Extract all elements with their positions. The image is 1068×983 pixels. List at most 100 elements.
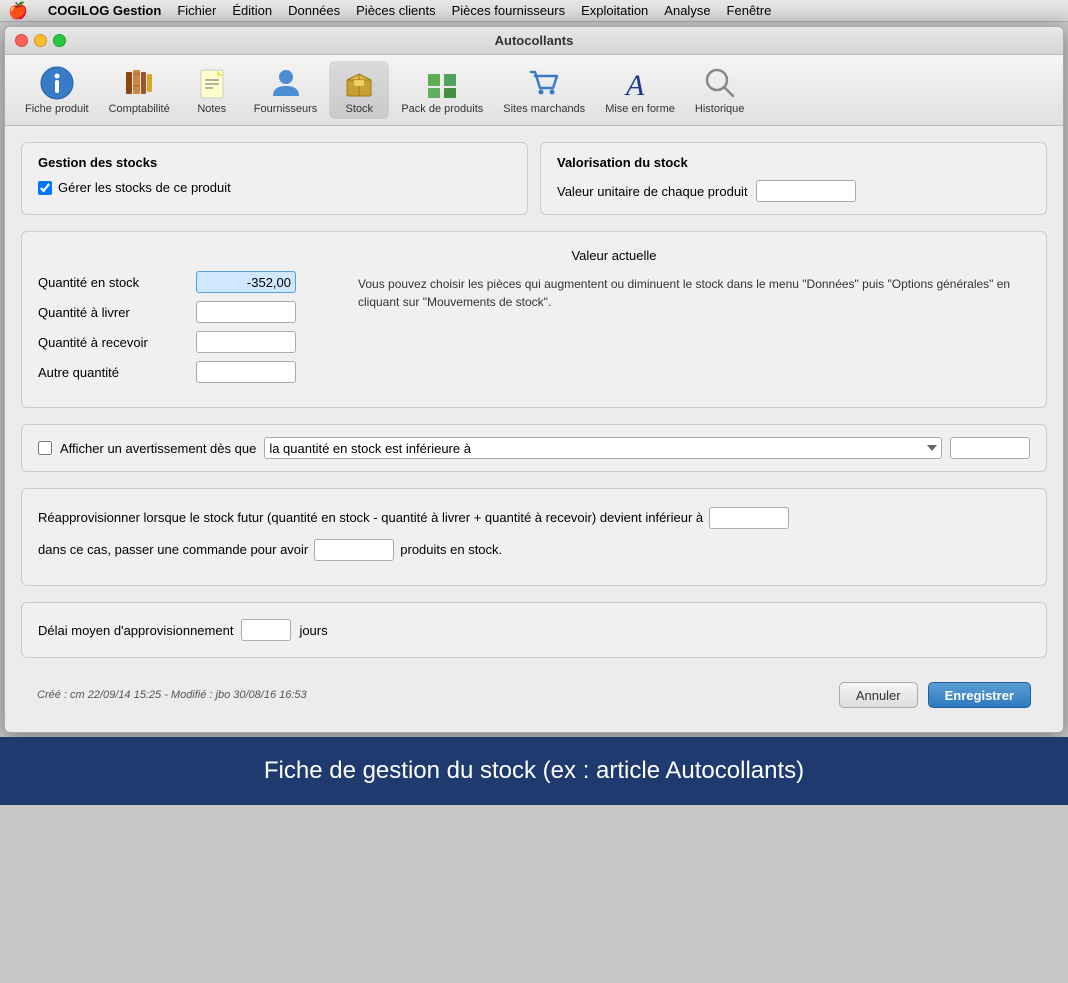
box-icon	[341, 65, 377, 101]
toolbar-historique[interactable]: Historique	[687, 61, 753, 119]
menu-donnees[interactable]: Données	[288, 3, 340, 18]
reapro-line1: Réapprovisionner lorsque le stock futur …	[38, 505, 1030, 531]
valeur-unitaire-label: Valeur unitaire de chaque produit	[557, 184, 748, 199]
app-name: COGILOG Gestion	[48, 3, 161, 18]
valorisation-title: Valorisation du stock	[557, 155, 1030, 170]
toolbar-pack-de-produits[interactable]: Pack de produits	[393, 61, 491, 119]
toolbar-label-notes: Notes	[197, 103, 226, 115]
titlebar: Autocollants	[5, 27, 1063, 55]
autre-quantite-label: Autre quantité	[38, 365, 188, 380]
toolbar-notes[interactable]: Notes	[182, 61, 242, 119]
apple-menu[interactable]: 🍎	[8, 1, 28, 21]
top-sections: Gestion des stocks Gérer les stocks de c…	[21, 142, 1047, 215]
info-icon	[39, 65, 75, 101]
valorisation-section: Valorisation du stock Valeur unitaire de…	[540, 142, 1047, 215]
warning-select[interactable]: la quantité en stock est inférieure à la…	[264, 437, 942, 459]
warning-select-wrapper: la quantité en stock est inférieure à la…	[264, 437, 942, 459]
gestion-stocks-section: Gestion des stocks Gérer les stocks de c…	[21, 142, 528, 215]
footer-buttons: Annuler Enregistrer	[839, 682, 1031, 708]
quantite-a-recevoir-label: Quantité à recevoir	[38, 335, 188, 350]
delai-label-suffix: jours	[299, 623, 327, 638]
warning-checkbox[interactable]	[38, 441, 52, 455]
reapro-input2[interactable]	[314, 539, 394, 561]
quantite-en-stock-label: Quantité en stock	[38, 275, 188, 290]
toolbar-fournisseurs[interactable]: Fournisseurs	[246, 61, 326, 119]
valeur-note: Vous pouvez choisir les pièces qui augme…	[358, 271, 1030, 391]
warning-section: Afficher un avertissement dès que la qua…	[21, 424, 1047, 472]
toolbar-label-sites-marchands: Sites marchands	[503, 103, 585, 115]
delai-label-prefix: Délai moyen d'approvisionnement	[38, 623, 233, 638]
toolbar-sites-marchands[interactable]: Sites marchands	[495, 61, 593, 119]
minimize-button[interactable]	[34, 34, 47, 47]
toolbar-label-pack: Pack de produits	[401, 103, 483, 115]
close-button[interactable]	[15, 34, 28, 47]
delai-input[interactable]	[241, 619, 291, 641]
reapprovisionnement-section: Réapprovisionner lorsque le stock futur …	[21, 488, 1047, 586]
maximize-button[interactable]	[53, 34, 66, 47]
toolbar-comptabilite[interactable]: Comptabilité	[101, 61, 178, 119]
toolbar-mise-en-forme[interactable]: A Mise en forme	[597, 61, 683, 119]
gerer-stocks-label: Gérer les stocks de ce produit	[58, 180, 231, 195]
footer: Créé : cm 22/09/14 15:25 - Modifié : jbo…	[21, 674, 1047, 716]
valeur-grid: Quantité en stock -352,00 Quantité à liv…	[38, 271, 1030, 391]
delai-section: Délai moyen d'approvisionnement jours	[21, 602, 1047, 658]
menu-pieces-clients[interactable]: Pièces clients	[356, 3, 435, 18]
window-title: Autocollants	[495, 33, 574, 48]
quantite-a-livrer-label: Quantité à livrer	[38, 305, 188, 320]
banner: Fiche de gestion du stock (ex : article …	[0, 737, 1068, 805]
content-area: Gestion des stocks Gérer les stocks de c…	[5, 126, 1063, 732]
menu-fichier[interactable]: Fichier	[177, 3, 216, 18]
toolbar-label-fiche-produit: Fiche produit	[25, 103, 89, 115]
toolbar-label-historique: Historique	[695, 103, 745, 115]
reapro-suffix2: produits en stock.	[400, 537, 502, 563]
toolbar: Fiche produit Comptabilité	[5, 55, 1063, 126]
menu-exploitation[interactable]: Exploitation	[581, 3, 648, 18]
reapro-prefix2: dans ce cas, passer une commande pour av…	[38, 537, 308, 563]
toolbar-fiche-produit[interactable]: Fiche produit	[17, 61, 97, 119]
warning-label: Afficher un avertissement dès que	[60, 441, 256, 456]
valeur-actuelle-header: Valeur actuelle	[198, 248, 1030, 263]
toolbar-label-mise-en-forme: Mise en forme	[605, 103, 675, 115]
valeur-actuelle-section: Valeur actuelle Quantité en stock -352,0…	[21, 231, 1047, 408]
autre-quantite-input[interactable]	[196, 361, 296, 383]
menu-pieces-fournisseurs[interactable]: Pièces fournisseurs	[452, 3, 565, 18]
gerer-stocks-checkbox[interactable]	[38, 181, 52, 195]
window-controls	[15, 34, 66, 47]
menu-fenetre[interactable]: Fenêtre	[727, 3, 772, 18]
books-icon	[121, 65, 157, 101]
warning-value-input[interactable]	[950, 437, 1030, 459]
person-icon	[268, 65, 304, 101]
toolbar-label-fournisseurs: Fournisseurs	[254, 103, 318, 115]
reapro-line2: dans ce cas, passer une commande pour av…	[38, 537, 1030, 563]
gestion-stocks-title: Gestion des stocks	[38, 155, 511, 170]
svg-text:A: A	[624, 69, 645, 100]
cart-icon	[526, 65, 562, 101]
valeur-fields: Quantité en stock -352,00 Quantité à liv…	[38, 271, 338, 391]
gerer-stocks-row: Gérer les stocks de ce produit	[38, 180, 511, 195]
menu-edition[interactable]: Édition	[232, 3, 272, 18]
footer-info: Créé : cm 22/09/14 15:25 - Modifié : jbo…	[37, 689, 307, 701]
autre-quantite-row: Autre quantité	[38, 361, 338, 383]
menubar: 🍎 COGILOG Gestion Fichier Édition Donnée…	[0, 0, 1068, 22]
toolbar-label-stock: Stock	[346, 103, 374, 115]
quantite-a-livrer-input[interactable]	[196, 301, 296, 323]
quantite-a-recevoir-input[interactable]	[196, 331, 296, 353]
quantite-en-stock-input[interactable]: -352,00	[196, 271, 296, 293]
reapro-prefix1: Réapprovisionner lorsque le stock futur …	[38, 505, 703, 531]
save-button[interactable]: Enregistrer	[928, 682, 1031, 708]
font-icon: A	[622, 65, 658, 101]
quantite-en-stock-row: Quantité en stock -352,00	[38, 271, 338, 293]
quantite-a-recevoir-row: Quantité à recevoir	[38, 331, 338, 353]
pack-icon	[424, 65, 460, 101]
toolbar-label-comptabilite: Comptabilité	[109, 103, 170, 115]
search-icon	[702, 65, 738, 101]
banner-text: Fiche de gestion du stock (ex : article …	[264, 757, 804, 784]
cancel-button[interactable]: Annuler	[839, 682, 918, 708]
valeur-unitaire-input[interactable]	[756, 180, 856, 202]
valeur-unitaire-row: Valeur unitaire de chaque produit	[557, 180, 1030, 202]
toolbar-stock[interactable]: Stock	[329, 61, 389, 119]
quantite-a-livrer-row: Quantité à livrer	[38, 301, 338, 323]
note-icon	[194, 65, 230, 101]
reapro-input1[interactable]	[709, 507, 789, 529]
menu-analyse[interactable]: Analyse	[664, 3, 710, 18]
